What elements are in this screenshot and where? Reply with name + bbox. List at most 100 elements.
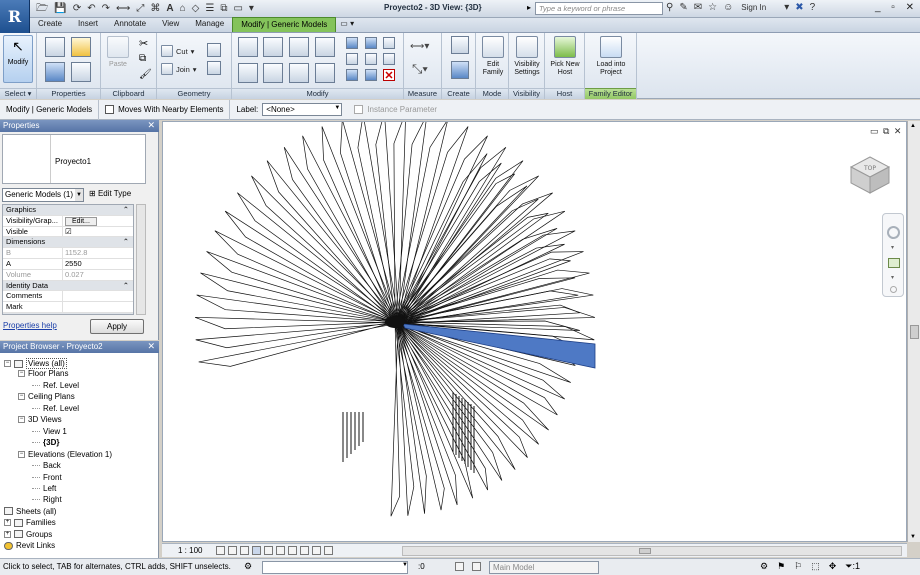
browser-item[interactable]: Right: [32, 495, 62, 504]
property-row[interactable]: Volume 0.027: [3, 269, 133, 281]
create-similar-icon[interactable]: [451, 61, 469, 79]
browser-item[interactable]: {3D}: [32, 438, 59, 447]
horizontal-scrollbar[interactable]: [402, 546, 902, 556]
view-window-controls[interactable]: ▭ ⧉ ✕: [870, 126, 902, 137]
collapse-icon[interactable]: −: [18, 393, 25, 401]
steering-wheel-icon[interactable]: [887, 226, 900, 239]
moves-with-checkbox-box[interactable]: [105, 105, 115, 114]
visibility-edit-button[interactable]: Edit...: [65, 216, 97, 226]
browser-item[interactable]: −3D Views: [18, 415, 62, 424]
offset-icon[interactable]: [263, 37, 283, 57]
cut-geometry-button[interactable]: Cut ▾: [161, 45, 194, 57]
properties-help-link[interactable]: Properties help: [3, 321, 57, 330]
browser-item[interactable]: − Ceiling Plans: [18, 392, 75, 401]
property-row[interactable]: Comments: [3, 291, 133, 303]
close-icon[interactable]: ✕: [147, 120, 155, 131]
browser-item[interactable]: + Groups: [4, 530, 52, 539]
moves-with-nearby-checkbox[interactable]: Moves With Nearby Elements: [99, 99, 231, 120]
browser-item[interactable]: Ref. Level: [32, 404, 79, 413]
aligned-dimension-icon[interactable]: ⤡▾: [412, 61, 428, 77]
expand-icon[interactable]: +: [4, 519, 11, 527]
switch-windows-icon[interactable]: ▭: [233, 2, 242, 16]
dimension-icon[interactable]: ⤢: [136, 2, 144, 16]
edit-type-button[interactable]: ⊞ Edit Type: [89, 189, 131, 198]
tab-annotate[interactable]: Annotate: [106, 17, 154, 32]
instance-filter-select[interactable]: Generic Models (1): [2, 188, 84, 202]
align-icon[interactable]: [238, 37, 258, 57]
ribbon-minimize-icon[interactable]: ▭ ▾: [336, 17, 358, 32]
tab-modify-generic-models[interactable]: Modify | Generic Models: [232, 17, 337, 32]
design-options-select[interactable]: [262, 561, 408, 574]
scroll-down-icon[interactable]: ▼: [910, 534, 916, 540]
paste-button[interactable]: Paste: [105, 36, 131, 69]
browser-item[interactable]: Back: [32, 461, 61, 470]
favorites-icon[interactable]: ☆: [708, 2, 717, 13]
browser-item[interactable]: − Floor Plans: [18, 369, 68, 378]
visibility-settings-button[interactable]: Visibility Settings: [510, 36, 544, 77]
horizontal-scroll-thumb[interactable]: [639, 548, 651, 554]
copy-icon[interactable]: ⧉: [139, 53, 146, 64]
family-category-icon[interactable]: [71, 62, 91, 82]
reveal-hidden-icon[interactable]: [324, 546, 334, 555]
property-value[interactable]: 1152.8: [63, 248, 133, 258]
instance-parameter-checkbox[interactable]: Instance Parameter: [348, 100, 443, 120]
close-hidden-icon[interactable]: ⧉: [220, 2, 227, 16]
type-properties-icon[interactable]: [45, 37, 65, 57]
tab-view[interactable]: View: [154, 17, 187, 32]
property-value[interactable]: Edit...: [63, 216, 133, 226]
scroll-up-icon[interactable]: ▲: [910, 123, 916, 129]
property-value[interactable]: ☑: [63, 227, 133, 237]
split-face-icon[interactable]: [207, 61, 221, 75]
mirror-draw-icon[interactable]: [315, 37, 335, 57]
properties-scrollbar[interactable]: [136, 204, 146, 315]
instance-parameter-box[interactable]: [354, 105, 364, 114]
vertical-scrollbar[interactable]: ▲ ▼: [907, 121, 920, 542]
rotate-icon[interactable]: [289, 63, 309, 83]
binoculars-icon[interactable]: ⚲: [666, 2, 673, 13]
tab-insert[interactable]: Insert: [70, 17, 106, 32]
browser-item[interactable]: Left: [32, 484, 56, 493]
text-icon[interactable]: A: [166, 2, 173, 16]
apply-button[interactable]: Apply: [90, 319, 144, 334]
browser-item[interactable]: + Families: [4, 518, 56, 527]
property-row[interactable]: Mark: [3, 302, 133, 313]
match-properties-icon[interactable]: 🖌: [139, 69, 152, 80]
measure-icon[interactable]: ⟷: [116, 2, 130, 16]
create-group-icon[interactable]: [451, 36, 469, 54]
tag-icon[interactable]: ⌘: [150, 2, 160, 16]
collapse-icon[interactable]: ⌃: [123, 281, 133, 291]
3d-viewport[interactable]: ▭ ⧉ ✕: [162, 121, 907, 542]
open-icon[interactable]: 🗁: [36, 2, 48, 16]
browser-item[interactable]: Front: [32, 473, 62, 482]
sun-path-icon[interactable]: [240, 546, 250, 555]
property-row[interactable]: Visibility/Grap... Edit...: [3, 215, 133, 227]
trim-multiple-icon[interactable]: [365, 69, 377, 81]
zoom-dropdown-icon[interactable]: ▾: [891, 274, 894, 281]
detail-level-icon[interactable]: [216, 546, 226, 555]
collapse-icon[interactable]: ⌃: [123, 313, 133, 314]
visual-style-icon[interactable]: [228, 546, 238, 555]
collapse-icon[interactable]: −: [18, 370, 25, 378]
temp-hide-icon[interactable]: [312, 546, 322, 555]
edit-family-button[interactable]: Edit Family: [479, 36, 507, 77]
pin-icon[interactable]: [383, 53, 395, 65]
property-value[interactable]: 2550: [63, 259, 133, 269]
unpin-icon[interactable]: [383, 37, 395, 49]
modify-tool-button[interactable]: ↖ Modify: [3, 35, 33, 83]
section-icon[interactable]: ◇: [192, 2, 200, 16]
undo-icon[interactable]: ↶: [87, 2, 95, 16]
workset-select[interactable]: Main Model: [489, 561, 599, 574]
split-gap-icon[interactable]: [365, 37, 377, 49]
collapse-icon[interactable]: −: [18, 450, 25, 458]
worksets-icon[interactable]: ⚙: [244, 561, 252, 572]
expand-icon[interactable]: +: [4, 530, 11, 538]
join-geometry-button[interactable]: Join ▾: [161, 63, 197, 75]
tab-manage[interactable]: Manage: [187, 17, 232, 32]
main-model-icon[interactable]: [472, 562, 481, 571]
help-icon[interactable]: ?: [810, 2, 816, 13]
property-value[interactable]: [63, 302, 133, 312]
crop-view-icon[interactable]: [276, 546, 286, 555]
pick-new-host-button[interactable]: Pick New Host: [547, 36, 583, 77]
save-icon[interactable]: 💾: [54, 2, 66, 16]
move-icon[interactable]: [238, 63, 258, 83]
